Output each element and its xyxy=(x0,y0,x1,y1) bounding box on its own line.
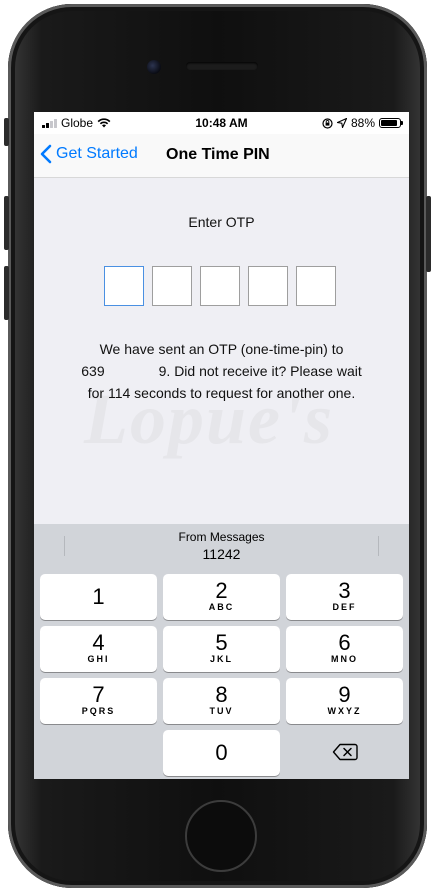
backspace-icon xyxy=(332,743,358,761)
otp-message: We have sent an OTP (one-time-pin) to 63… xyxy=(52,338,391,404)
key-number: 4 xyxy=(92,630,105,655)
redacted-phone xyxy=(104,362,159,376)
message-line-1: We have sent an OTP (one-time-pin) to xyxy=(99,341,344,357)
page-title: One Time PIN xyxy=(166,146,270,163)
back-button[interactable]: Get Started xyxy=(40,144,138,164)
volume-up-button xyxy=(4,196,9,250)
key-7[interactable]: 7 PQRS xyxy=(40,678,157,724)
key-letters: ABC xyxy=(208,602,235,612)
key-number: 2 xyxy=(215,578,228,603)
key-4[interactable]: 4 GHI xyxy=(40,626,157,672)
key-letters: DEF xyxy=(332,602,357,612)
navigation-bar: Get Started One Time PIN xyxy=(34,134,409,178)
chevron-left-icon xyxy=(40,144,52,164)
suggestion-source: From Messages xyxy=(178,530,265,544)
otp-autofill-suggestion[interactable]: From Messages 11242 xyxy=(34,524,409,568)
front-camera xyxy=(147,60,161,74)
location-icon xyxy=(336,118,347,128)
orientation-lock-icon xyxy=(322,117,333,129)
key-3[interactable]: 3 DEF xyxy=(286,574,403,620)
key-5[interactable]: 5 JKL xyxy=(163,626,280,672)
otp-input-group xyxy=(104,266,336,306)
power-button xyxy=(426,196,431,272)
phone-prefix: 639 xyxy=(81,363,105,379)
key-8[interactable]: 8 TUV xyxy=(163,678,280,724)
screen: Globe 10:48 AM 88% Get Started One Time … xyxy=(34,112,409,779)
key-1[interactable]: 1 xyxy=(40,574,157,620)
key-letters: JKL xyxy=(209,654,233,664)
key-number: 5 xyxy=(215,630,228,655)
key-number: 6 xyxy=(338,630,351,655)
key-number: 1 xyxy=(92,584,105,609)
suggestion-code: 11242 xyxy=(202,546,241,562)
message-line-2: 9. Did not receive it? Please wait xyxy=(158,363,362,379)
key-2[interactable]: 2 ABC xyxy=(163,574,280,620)
key-number: 8 xyxy=(215,682,228,707)
message-line-3: for 114 seconds to request for another o… xyxy=(87,385,356,401)
key-6[interactable]: 6 MNO xyxy=(286,626,403,672)
status-right: 88% xyxy=(322,116,403,130)
otp-digit-2[interactable] xyxy=(152,266,192,306)
battery-percent: 88% xyxy=(350,116,375,130)
battery-icon xyxy=(379,118,403,128)
home-button[interactable] xyxy=(185,800,257,872)
key-letters: WXYZ xyxy=(327,706,362,716)
key-9[interactable]: 9 WXYZ xyxy=(286,678,403,724)
key-letters: TUV xyxy=(209,706,234,716)
key-number: 0 xyxy=(215,740,228,765)
key-letters: PQRS xyxy=(81,706,116,716)
key-number: 9 xyxy=(338,682,351,707)
mute-switch xyxy=(4,118,9,146)
key-number: 3 xyxy=(338,578,351,603)
otp-digit-3[interactable] xyxy=(200,266,240,306)
otp-digit-4[interactable] xyxy=(248,266,288,306)
suggestion-divider-right xyxy=(378,536,379,556)
key-number: 7 xyxy=(92,682,105,707)
key-letters: MNO xyxy=(331,654,358,664)
delete-key[interactable] xyxy=(286,730,403,776)
otp-label: Enter OTP xyxy=(188,214,255,230)
key-letters: GHI xyxy=(87,654,110,664)
otp-content: Lopue's Enter OTP We have sent an OTP (o… xyxy=(34,178,409,524)
otp-digit-5[interactable] xyxy=(296,266,336,306)
status-bar: Globe 10:48 AM 88% xyxy=(34,112,409,134)
volume-down-button xyxy=(4,266,9,320)
key-0[interactable]: 0 xyxy=(163,730,280,776)
back-label: Get Started xyxy=(56,145,138,162)
numeric-keyboard: From Messages 11242 1 2 ABC 3 DEF 4 GHI … xyxy=(34,524,409,779)
key-blank xyxy=(40,730,157,776)
otp-digit-1[interactable] xyxy=(104,266,144,306)
earpiece-speaker xyxy=(186,62,258,70)
